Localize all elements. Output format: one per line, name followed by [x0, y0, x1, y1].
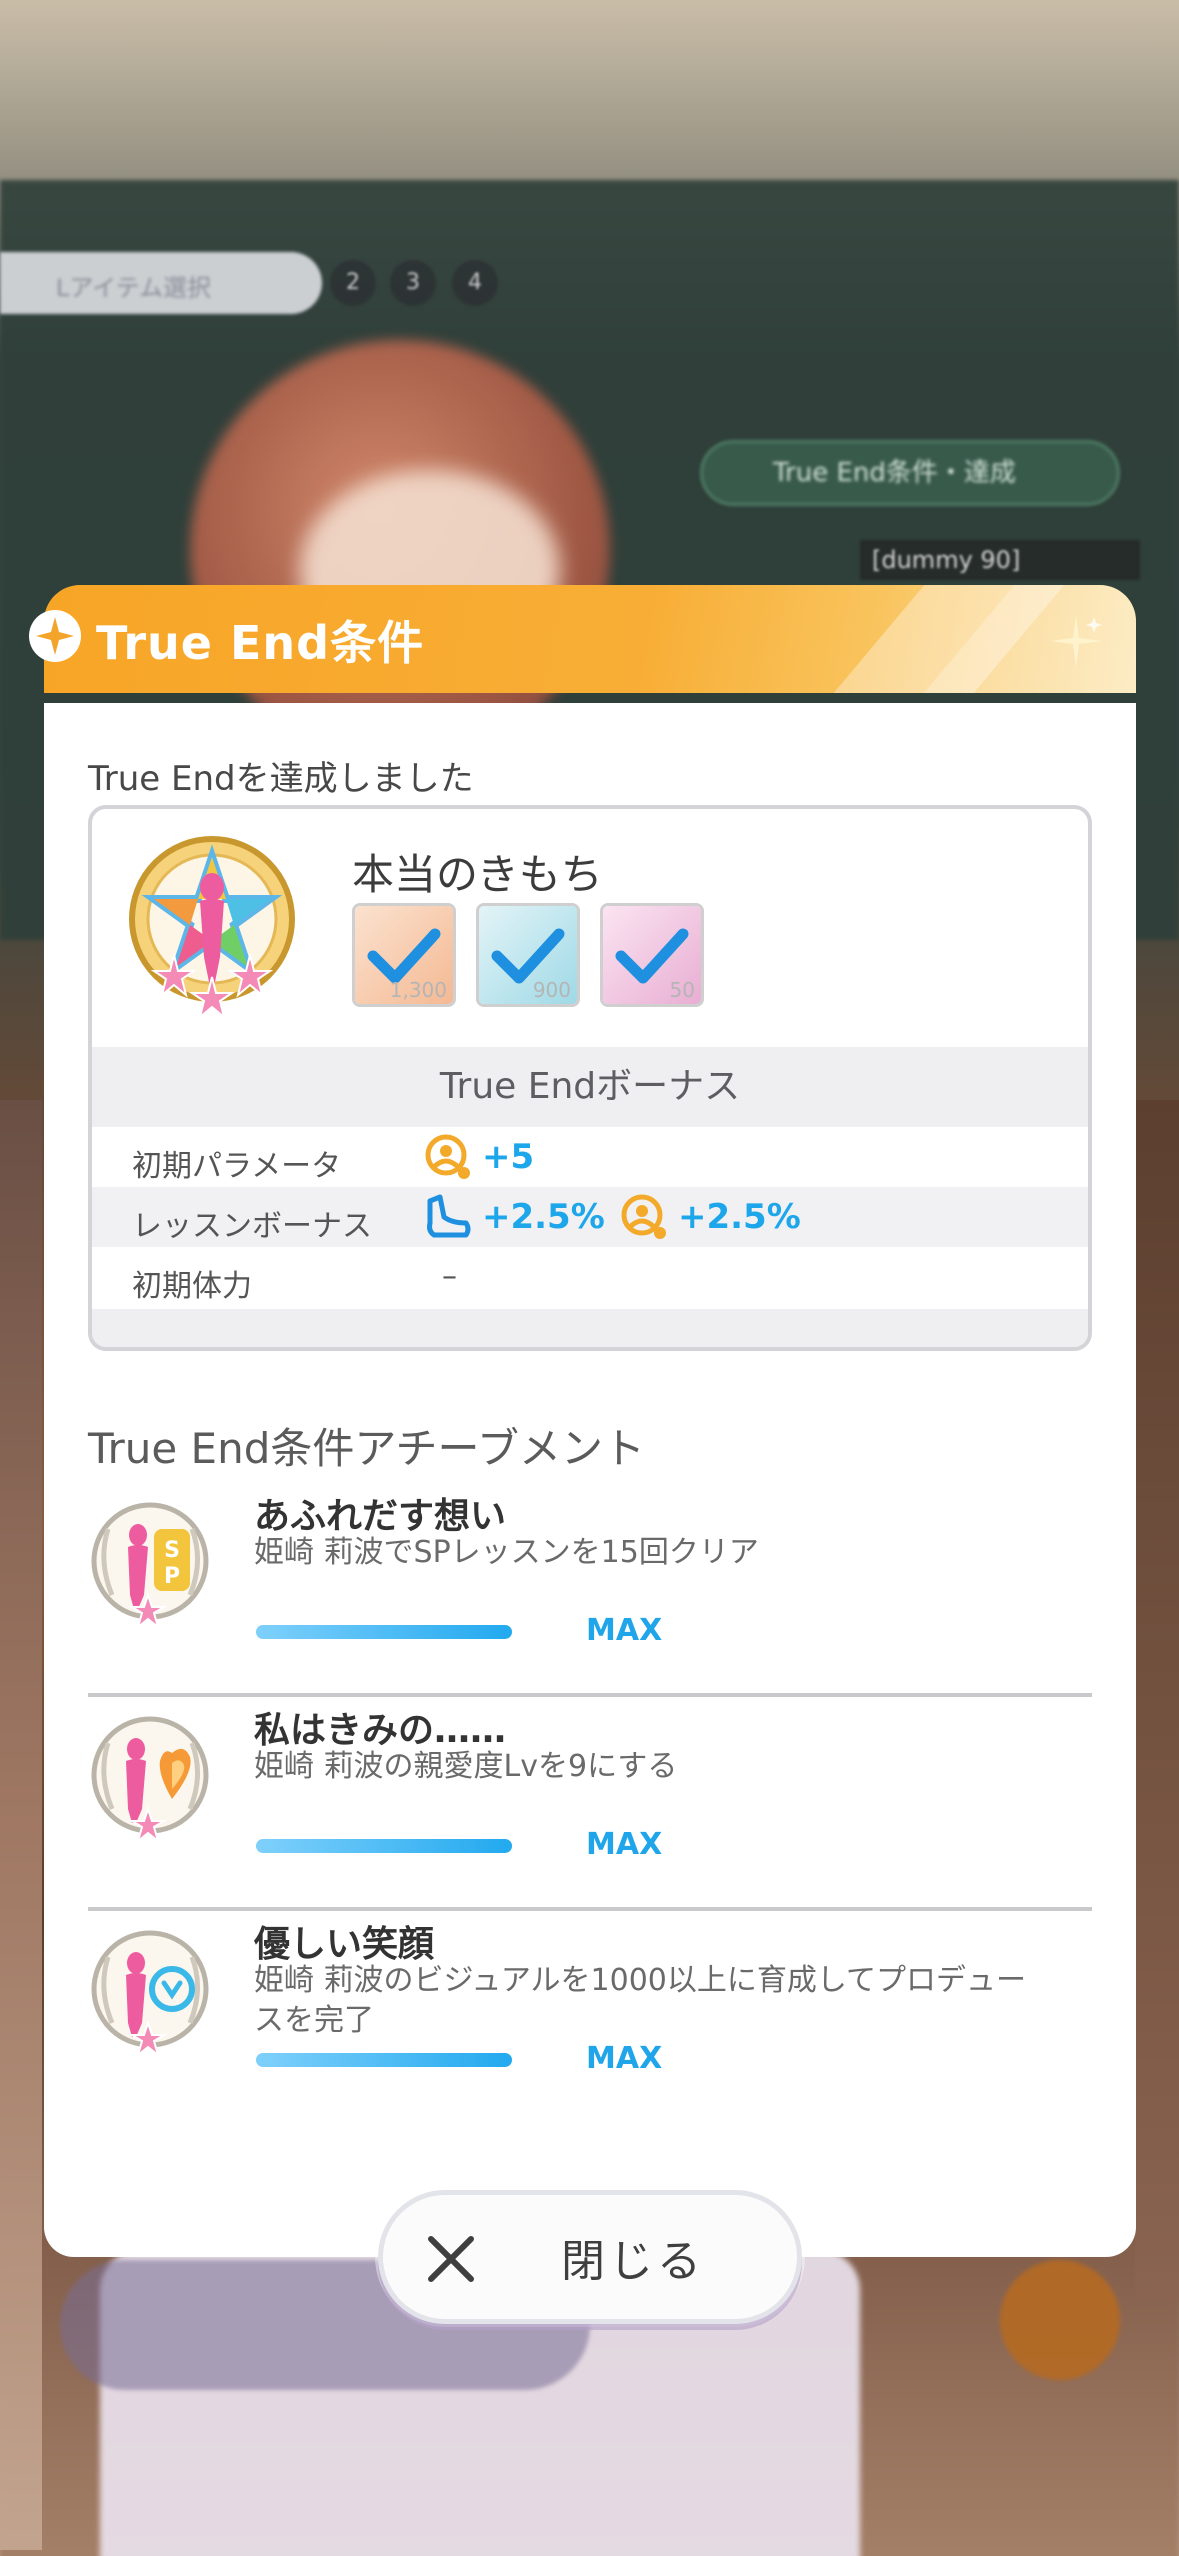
step-indicator-current: Lアイテム選択 [0, 252, 322, 314]
reward-item-pt-coin[interactable]: 900 [476, 903, 580, 1007]
achievement-name: あふれだす想い [254, 1496, 507, 1537]
achievement-item: S P あふれだす想い 姫崎 莉波でSPレッスンを15回クリア MAX [88, 1485, 1092, 1697]
bonus-value: +2.5% [678, 1197, 801, 1237]
bonus-header: True Endボーナス [92, 1047, 1088, 1127]
modal-header: True End条件 [44, 585, 1136, 693]
svg-text:P: P [164, 1564, 180, 1589]
dummy-tag: [dummy 90] [860, 540, 1140, 580]
achievement-desc: 姫崎 莉波のビジュアルを1000以上に育成してプロデュースを完了 [254, 1963, 1026, 2038]
modal-title: True End条件 [96, 616, 425, 670]
step-dot-2: 2 [330, 260, 376, 306]
step-label: Lアイテム選択 [56, 274, 211, 302]
visual-badge-icon [91, 1930, 209, 2057]
dance-shoe-icon [427, 1194, 471, 1238]
right-edge-scene [1135, 1100, 1179, 2300]
achievements-title: True End条件アチーブメント [88, 1424, 646, 1473]
achievement-progress-bar [256, 1839, 512, 1853]
reward-item-note-book[interactable]: 50 [600, 903, 704, 1007]
achievement-name: 私はきみの…… [254, 1710, 507, 1751]
true-end-modal: True End条件 True Endを達成しました 本当のきもち 1,300 … [29, 585, 1136, 2257]
achievement-status: MAX [586, 1613, 663, 1648]
achieved-label: True Endを達成しました [88, 759, 474, 799]
close-button[interactable]: 閉じる [378, 2190, 802, 2324]
bonus-value: +2.5% [482, 1197, 605, 1237]
achievement-item: 私はきみの…… 姫崎 莉波の親愛度Lvを9にする MAX [88, 1699, 1092, 1911]
bonus-label: 初期体力 [132, 1269, 252, 1304]
all-params-icon [621, 1194, 666, 1239]
menu-button-blurred [1000, 2260, 1120, 2380]
achievement-desc: 姫崎 莉波でSPレッスンを15回クリア [254, 1535, 759, 1570]
reward-qty: 50 [669, 978, 695, 1002]
check-icon [491, 928, 565, 984]
check-icon [367, 928, 441, 984]
reward-items: 1,300 900 50 [352, 903, 704, 1007]
sp-lesson-badge-icon: S P [91, 1502, 209, 1629]
bonus-dash: – [442, 1259, 457, 1294]
achievement-progress-bar [256, 1625, 512, 1639]
sparkle-icon [1050, 615, 1102, 667]
svg-text:S: S [164, 1538, 180, 1563]
bonus-value: +5 [482, 1137, 535, 1177]
achievement-item: 優しい笑顔 姫崎 莉波のビジュアルを1000以上に育成してプロデュースを完了 M… [88, 1913, 1092, 2125]
true-end-medal-icon [129, 836, 295, 1020]
step-dot-4: 4 [452, 260, 498, 306]
achievement-desc: 姫崎 莉波の親愛度Lvを9にする [254, 1749, 678, 1784]
achievement-status: MAX [586, 1827, 663, 1862]
close-label: 閉じる [561, 2236, 705, 2287]
affection-badge-icon [91, 1716, 209, 1843]
all-params-icon [425, 1134, 470, 1179]
check-icon [615, 928, 689, 984]
step-dot-3: 3 [390, 260, 436, 306]
true-end-chip: True End条件・達成 [700, 440, 1120, 506]
left-edge-scene [0, 1100, 42, 2550]
star-icon [29, 610, 81, 662]
reward-qty: 900 [532, 978, 571, 1002]
achievement-name: 優しい笑顔 [254, 1924, 435, 1965]
bonus-label: レッスンボーナス [132, 1209, 372, 1244]
close-icon [428, 2236, 474, 2282]
bonus-label: 初期パラメータ [132, 1149, 342, 1184]
reward-qty: 1,300 [389, 978, 447, 1002]
bonus-row-initial-stamina: 初期体力 – [92, 1247, 1088, 1307]
achievement-status: MAX [586, 2041, 663, 2076]
achievement-progress-bar [256, 2053, 512, 2067]
bonus-row-lesson-bonus: レッスンボーナス +2.5% +2.5% [92, 1187, 1088, 1247]
bonus-row-initial-params: 初期パラメータ +5 [92, 1127, 1088, 1187]
reward-name: 本当のきもち [352, 850, 603, 899]
reward-card: 本当のきもち 1,300 900 50 True Endボーナス 初期パラメータ… [88, 805, 1092, 1351]
modal-body: True Endを達成しました 本当のきもち 1,300 900 50 True… [44, 703, 1136, 2257]
reward-item-lesson-ticket[interactable]: 1,300 [352, 903, 456, 1007]
